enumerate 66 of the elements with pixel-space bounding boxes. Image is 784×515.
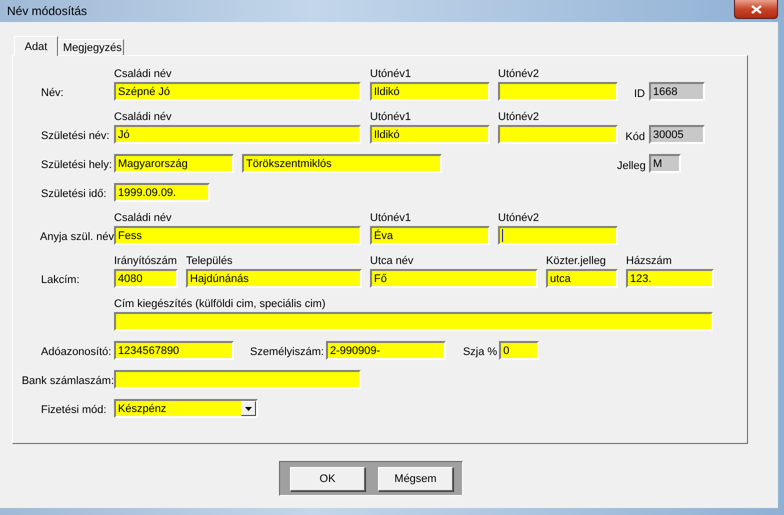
field-caption: Családi név — [114, 111, 172, 125]
field-caption: Családi név — [114, 212, 172, 226]
readonly-field: 30005 — [649, 125, 705, 144]
field-caption: Irányítószám — [114, 255, 178, 269]
field-caption: Utónév2 — [498, 212, 540, 226]
input-field[interactable]: Ildikó — [370, 125, 490, 144]
input-field[interactable]: Törökszentmiklós — [242, 154, 442, 173]
readonly-field: 1668 — [649, 82, 705, 101]
field-caption: Közter.jelleg — [546, 255, 607, 269]
input-field[interactable] — [114, 370, 361, 389]
readonly-field: M — [649, 154, 681, 173]
field-caption: Utónév2 — [498, 68, 540, 82]
caret-icon — [245, 406, 252, 410]
field-caption: Cím kiegészítés (külföldi cim, speciális cim) — [114, 298, 326, 312]
text-cursor — [502, 229, 503, 242]
row-label: Születési név: — [41, 129, 110, 144]
input-field[interactable] — [114, 312, 713, 331]
field-caption: Utca név — [370, 255, 414, 269]
row-label: Név: — [41, 86, 65, 101]
input-field[interactable]: 1999.09.09. — [114, 183, 210, 202]
combo-value: Készpénz — [117, 402, 168, 416]
input-field[interactable]: Éva — [370, 226, 490, 245]
field-caption: Utónév1 — [370, 68, 412, 82]
field-caption: Utónév1 — [370, 212, 412, 226]
row-label: Adóazonosító: — [41, 345, 112, 360]
row-label: Születési hely: — [41, 158, 113, 173]
input-field[interactable]: 1234567890 — [114, 341, 234, 360]
input-field[interactable] — [498, 226, 618, 245]
input-field[interactable]: 4080 — [114, 269, 178, 288]
input-field[interactable]: Szépné Jó — [114, 82, 361, 101]
row-label: Anyja szül. név — [40, 230, 114, 245]
field-label: Személyiszám: — [250, 345, 324, 360]
row-label: Lakcím: — [41, 273, 81, 288]
field-label: Jelleg — [617, 159, 647, 173]
input-field[interactable] — [498, 125, 618, 144]
window-title: Név módosítás — [7, 4, 88, 18]
field-caption: Házszám — [626, 255, 673, 269]
input-field[interactable]: Jó — [114, 125, 361, 144]
tab[interactable]: Adat — [14, 36, 58, 56]
row-label: Fizetési mód: — [41, 403, 108, 418]
field-caption: Utónév2 — [498, 111, 540, 125]
payment-combo[interactable]: Készpénz — [114, 399, 258, 418]
field-label: ID — [633, 87, 646, 101]
input-field[interactable]: Magyarország — [114, 154, 234, 173]
input-field[interactable]: 2-990909- — [326, 341, 446, 360]
input-field[interactable]: Hajdúnánás — [186, 269, 362, 288]
dropdown-button[interactable] — [241, 401, 256, 416]
input-field[interactable]: 123. — [626, 269, 714, 288]
field-caption: Település — [186, 255, 234, 269]
field-caption: Utónév1 — [370, 111, 412, 125]
input-field[interactable]: 0 — [499, 341, 540, 360]
input-field[interactable]: Ildikó — [370, 82, 490, 101]
close-button[interactable] — [734, 0, 778, 19]
field-label: Szja % — [462, 345, 498, 360]
tab[interactable]: Megjegyzés — [58, 39, 124, 55]
close-icon — [750, 4, 762, 14]
row-label: Bank számlaszám: — [22, 374, 114, 389]
input-field[interactable]: utca — [546, 269, 618, 288]
field-caption: Családi név — [114, 68, 172, 82]
field-label: Kód — [624, 130, 646, 144]
ok-button[interactable]: OK — [290, 466, 365, 490]
input-field[interactable]: Fő — [370, 269, 538, 288]
cancel-button[interactable]: Mégsem — [378, 466, 453, 490]
input-field[interactable] — [498, 82, 618, 101]
input-field[interactable]: Fess — [114, 226, 361, 245]
row-label: Születési idő: — [41, 187, 108, 202]
